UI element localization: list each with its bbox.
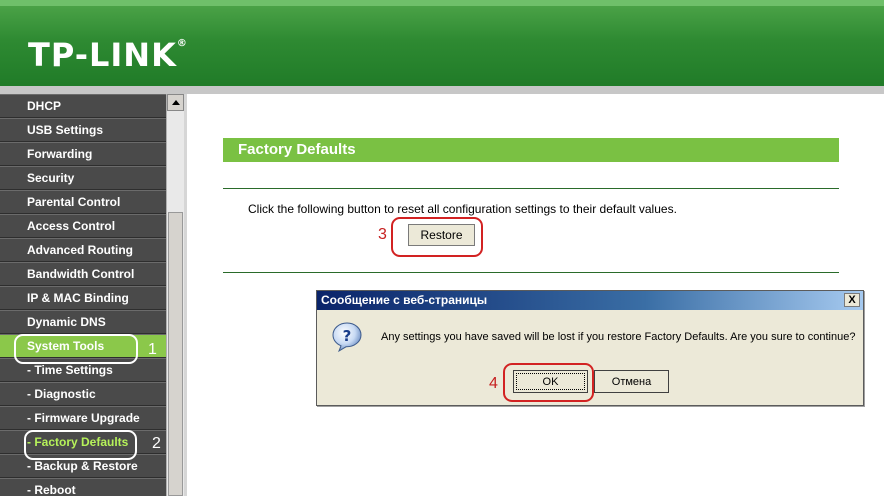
annotation-step-3: 3 <box>378 226 387 243</box>
sidebar-item-parental-control[interactable]: Parental Control <box>0 190 166 214</box>
sidebar-item-firmware-upgrade[interactable]: - Firmware Upgrade <box>0 406 166 430</box>
annotation-ring-system-tools <box>14 334 138 364</box>
close-icon[interactable]: X <box>844 293 860 307</box>
question-icon: ? <box>332 322 362 353</box>
sidebar-scrollbar[interactable] <box>166 94 184 496</box>
cancel-button[interactable]: Отмена <box>594 370 669 393</box>
sidebar-item-advanced-routing[interactable]: Advanced Routing <box>0 238 166 262</box>
header-banner: TP-LINK® <box>0 0 884 90</box>
scroll-up-arrow-icon[interactable] <box>167 94 184 111</box>
dialog-message: Any settings you have saved will be lost… <box>381 331 856 343</box>
annotation-step-1: 1 <box>148 341 157 358</box>
sidebar-item-security[interactable]: Security <box>0 166 166 190</box>
sidebar-item-ip-mac-binding[interactable]: IP & MAC Binding <box>0 286 166 310</box>
sidebar-item-dynamic-dns[interactable]: Dynamic DNS <box>0 310 166 334</box>
header-top-strip <box>0 0 884 6</box>
header-divider <box>0 86 884 94</box>
page-title: Factory Defaults <box>223 138 839 162</box>
sidebar-item-usb-settings[interactable]: USB Settings <box>0 118 166 142</box>
annotation-ring-factory-defaults <box>24 430 137 460</box>
sidebar-item-dhcp[interactable]: DHCP <box>0 94 166 118</box>
divider-top <box>223 188 839 189</box>
sidebar-item-access-control[interactable]: Access Control <box>0 214 166 238</box>
reset-description: Click the following button to reset all … <box>248 202 677 216</box>
annotation-step-2: 2 <box>152 435 161 452</box>
annotation-ring-restore <box>391 217 483 257</box>
sidebar-item-forwarding[interactable]: Forwarding <box>0 142 166 166</box>
sidebar-item-reboot[interactable]: - Reboot <box>0 478 166 496</box>
sidebar-item-diagnostic[interactable]: - Diagnostic <box>0 382 166 406</box>
annotation-step-4: 4 <box>489 375 498 392</box>
annotation-ring-ok <box>503 363 594 402</box>
scrollbar-thumb[interactable] <box>168 212 183 496</box>
tp-link-logo: TP-LINK® <box>28 36 188 74</box>
sidebar-item-bandwidth-control[interactable]: Bandwidth Control <box>0 262 166 286</box>
svg-text:?: ? <box>343 327 352 345</box>
divider-bottom <box>223 272 839 273</box>
dialog-title: Сообщение с веб-страницы <box>317 291 863 310</box>
